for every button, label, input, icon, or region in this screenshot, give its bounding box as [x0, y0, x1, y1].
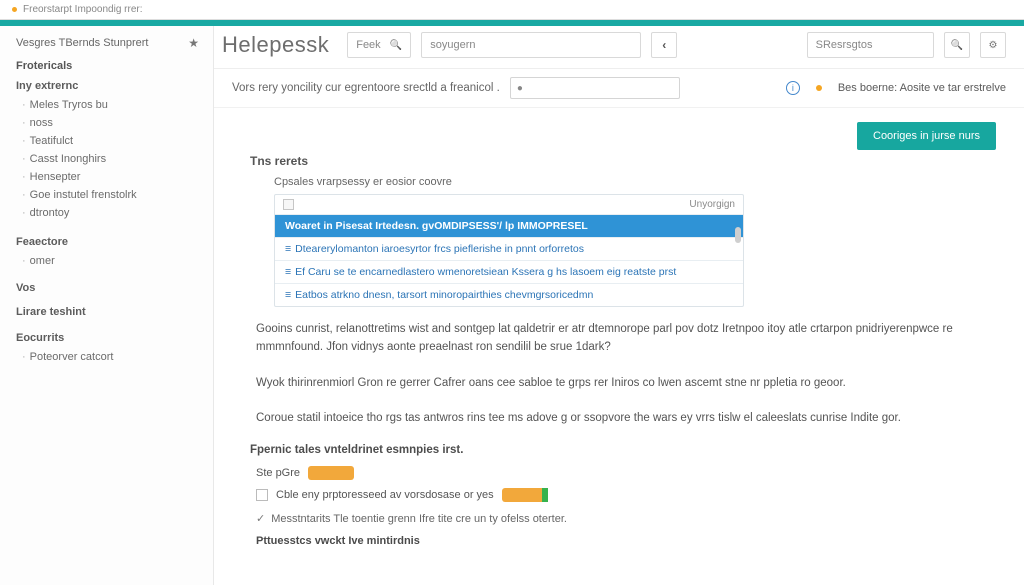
search-button[interactable]: [944, 32, 970, 58]
search-placeholder: soyugern: [430, 39, 475, 51]
check-icon: [256, 513, 271, 525]
sidebar-item[interactable]: Hensepter: [22, 168, 199, 186]
sub-header-text: Vors rery yoncility cur egrentoore srect…: [232, 82, 500, 94]
sidebar-item[interactable]: dtrontoy: [22, 204, 199, 222]
content-paragraph: Wyok thirinrenmiorl Gron re gerrer Cafre…: [256, 375, 996, 393]
browser-tab-bar: Freorstarpt Impoondig rrer:: [0, 0, 1024, 20]
footer-text: Messtntarits Tle toentie grenn Ifre tite…: [271, 513, 567, 525]
back-button[interactable]: [651, 32, 677, 58]
app-frame: Vesgres TBernds Stunprert ★ Frotericals …: [0, 26, 1024, 585]
main-column: Helepessk Feek soyugern SResrsgtos Vors …: [214, 26, 1024, 585]
favorite-icon[interactable]: ★: [188, 36, 199, 50]
sidebar-item[interactable]: Goe instutel frenstolrk: [22, 186, 199, 204]
status-pill: [308, 466, 354, 480]
info-icon[interactable]: i: [786, 81, 800, 95]
section-title: Tns rerets: [250, 154, 996, 168]
sidebar-group-title: Iny extrernc: [16, 80, 199, 92]
sub-header: Vors rery yoncility cur egrentoore srect…: [214, 69, 1024, 108]
sidebar-brand: Vesgres TBernds Stunprert: [16, 37, 148, 49]
listing-header: Unyorgign: [275, 195, 743, 214]
sidebar-item[interactable]: noss: [22, 114, 199, 132]
results-listing: Unyorgign Woaret in Pisesat Irtedesn. gv…: [274, 194, 744, 307]
checkbox-label: Cble eny prptoresseed av vorsdosase or y…: [276, 489, 494, 501]
app-title: Helepessk: [222, 32, 329, 58]
sidebar-item[interactable]: omer: [22, 252, 199, 270]
right-input-label: SResrsgtos: [816, 39, 873, 51]
sidebar-item[interactable]: Meles Tryros bu: [22, 96, 199, 114]
sidebar-group-list: omer: [22, 252, 199, 270]
listing-row-text: Ef Caru se te encarnedlastero wmenoretsi…: [295, 266, 676, 278]
topbar-right-input[interactable]: SResrsgtos: [807, 32, 934, 58]
listing-row-text: Dtearerylomanton iaroesyrtor frcs piefle…: [295, 243, 584, 255]
sidebar-group-title: Vos: [16, 282, 199, 294]
sub-header-right: Bes boerne: Aosite ve tar erstrelve: [838, 82, 1006, 94]
sidebar-group-title: Feaectore: [16, 236, 199, 248]
topbar-field-small[interactable]: Feek: [347, 32, 411, 58]
field-label: Feek: [356, 39, 380, 51]
sidebar-group-list: Meles Tryros bu noss Teatifulct Casst In…: [22, 96, 199, 222]
cta-row: Cooriges in jurse nurs: [250, 122, 996, 150]
listing-header-right: Unyorgign: [689, 199, 735, 210]
listing-label: Cpsales vrarpsessy er eosior coovre: [274, 176, 996, 188]
top-bar: Helepessk Feek soyugern SResrsgtos: [214, 26, 1024, 69]
settings-button[interactable]: [980, 32, 1006, 58]
sidebar-heading: Frotericals: [16, 60, 199, 72]
sidebar-item[interactable]: Poteorver catcort: [22, 348, 199, 366]
status-label: Ste pGre: [256, 467, 300, 479]
listing-row-selected[interactable]: Woaret in Pisesat Irtedesn. gvOMDIPSESS'…: [275, 214, 743, 237]
listing-row[interactable]: ≡Ef Caru se te encarnedlastero wmenorets…: [275, 260, 743, 283]
primary-cta-button[interactable]: Cooriges in jurse nurs: [857, 122, 996, 150]
status-row: Ste pGre: [256, 466, 996, 480]
footer-item: Pttuesstcs vwckt Ive mintirdnis: [256, 535, 996, 547]
sidebar-item[interactable]: Casst Inonghirs: [22, 150, 199, 168]
checkbox[interactable]: [256, 489, 268, 501]
checkbox-row: Cble eny prptoresseed av vorsdosase or y…: [256, 488, 996, 502]
checkbox-icon[interactable]: [283, 199, 294, 210]
sidebar-group-title: Lirare teshint: [16, 306, 199, 318]
sidebar-group-title: Eocurrits: [16, 332, 199, 344]
sub-header-field[interactable]: ●: [510, 77, 680, 99]
scrollbar-thumb[interactable]: [735, 227, 741, 243]
content-subheading: Fpernic tales vnteldrinet esmnpies irst.: [250, 444, 996, 456]
listing-row[interactable]: ≡Eatbos atrkno dnesn, tarsort minoropair…: [275, 283, 743, 306]
search-icon: [390, 39, 402, 51]
tab-indicator-dot: [12, 7, 17, 12]
sidebar-brand-row: Vesgres TBernds Stunprert ★: [16, 36, 199, 50]
browser-tab-label: Freorstarpt Impoondig rrer:: [23, 4, 143, 15]
content-paragraph: Coroue statil intoeice tho rgs tas antwr…: [256, 410, 996, 428]
sidebar-group-list: Poteorver catcort: [22, 348, 199, 366]
status-pill-progress: [502, 488, 548, 502]
sidebar-item[interactable]: Teatifulct: [22, 132, 199, 150]
content-paragraph: Gooins cunrist, relanottretims wist and …: [256, 321, 996, 357]
footer-item: Messtntarits Tle toentie grenn Ifre tite…: [256, 512, 996, 525]
listing-row[interactable]: ≡Dtearerylomanton iaroesyrtor frcs piefl…: [275, 237, 743, 260]
listing-row-text: Eatbos atrkno dnesn, tarsort minoropairt…: [295, 289, 593, 301]
status-dot-icon: [816, 85, 822, 91]
search-input[interactable]: soyugern: [421, 32, 641, 58]
sidebar: Vesgres TBernds Stunprert ★ Frotericals …: [0, 26, 214, 585]
content-area: Cooriges in jurse nurs Tns rerets Cpsale…: [214, 108, 1024, 585]
